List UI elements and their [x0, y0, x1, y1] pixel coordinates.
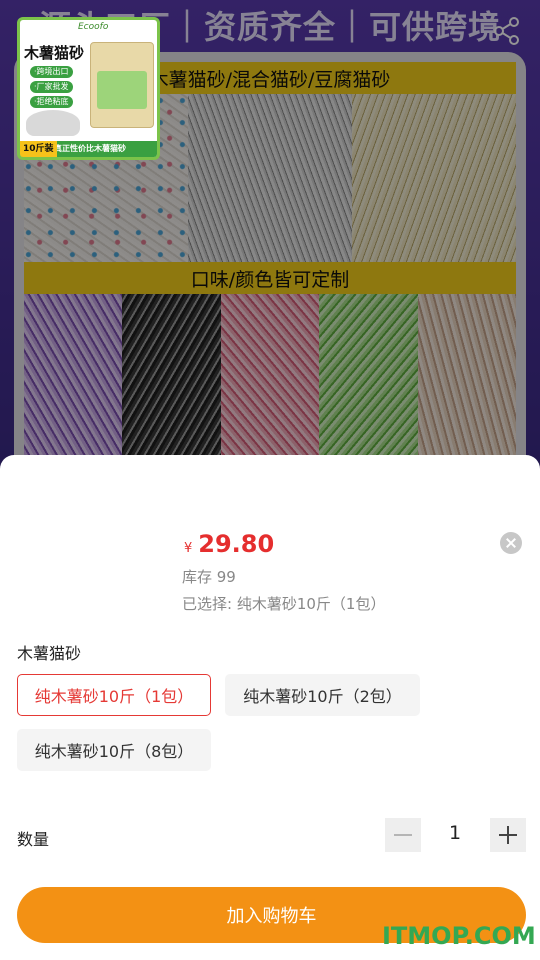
price-value: 29.80	[198, 530, 275, 558]
thumbnail-tag: ·拒绝粘底	[30, 96, 73, 108]
close-icon[interactable]	[500, 532, 522, 554]
spec-option-1pack[interactable]: 纯木薯砂10斤（1包）	[17, 674, 211, 716]
quantity-value[interactable]: 1	[436, 822, 474, 844]
currency-symbol: ¥	[184, 541, 193, 556]
thumbnail-tag: ·跨境出口	[30, 66, 73, 78]
thumbnail-weight-badge: 10斤装	[20, 141, 57, 157]
quantity-label: 数量	[17, 830, 50, 849]
spec-option-2pack[interactable]: 纯木薯砂10斤（2包）	[225, 674, 420, 716]
litter-scoop-image	[26, 110, 80, 136]
selected-spec-text: 已选择: 纯木薯砂10斤（1包）	[182, 595, 386, 613]
thumbnail-tag: ·厂家批发	[30, 81, 73, 93]
stock-text: 库存 99	[182, 568, 236, 586]
site-watermark: ITMOP.COM	[382, 922, 536, 950]
plus-icon[interactable]	[490, 818, 526, 852]
spec-group-title: 木薯猫砂	[17, 644, 82, 663]
litter-bag-image	[90, 42, 154, 128]
product-thumbnail: Ecoofo 木薯猫砂 ·跨境出口 ·厂家批发 ·拒绝粘底 真正性价比木薯猫砂 …	[17, 17, 160, 160]
spec-option-8pack[interactable]: 纯木薯砂10斤（8包）	[17, 729, 211, 771]
thumbnail-title: 木薯猫砂	[24, 44, 85, 62]
thumbnail-brand: Ecoofo	[78, 22, 109, 32]
minus-icon[interactable]	[385, 818, 421, 852]
price: ¥29.80	[184, 530, 274, 558]
